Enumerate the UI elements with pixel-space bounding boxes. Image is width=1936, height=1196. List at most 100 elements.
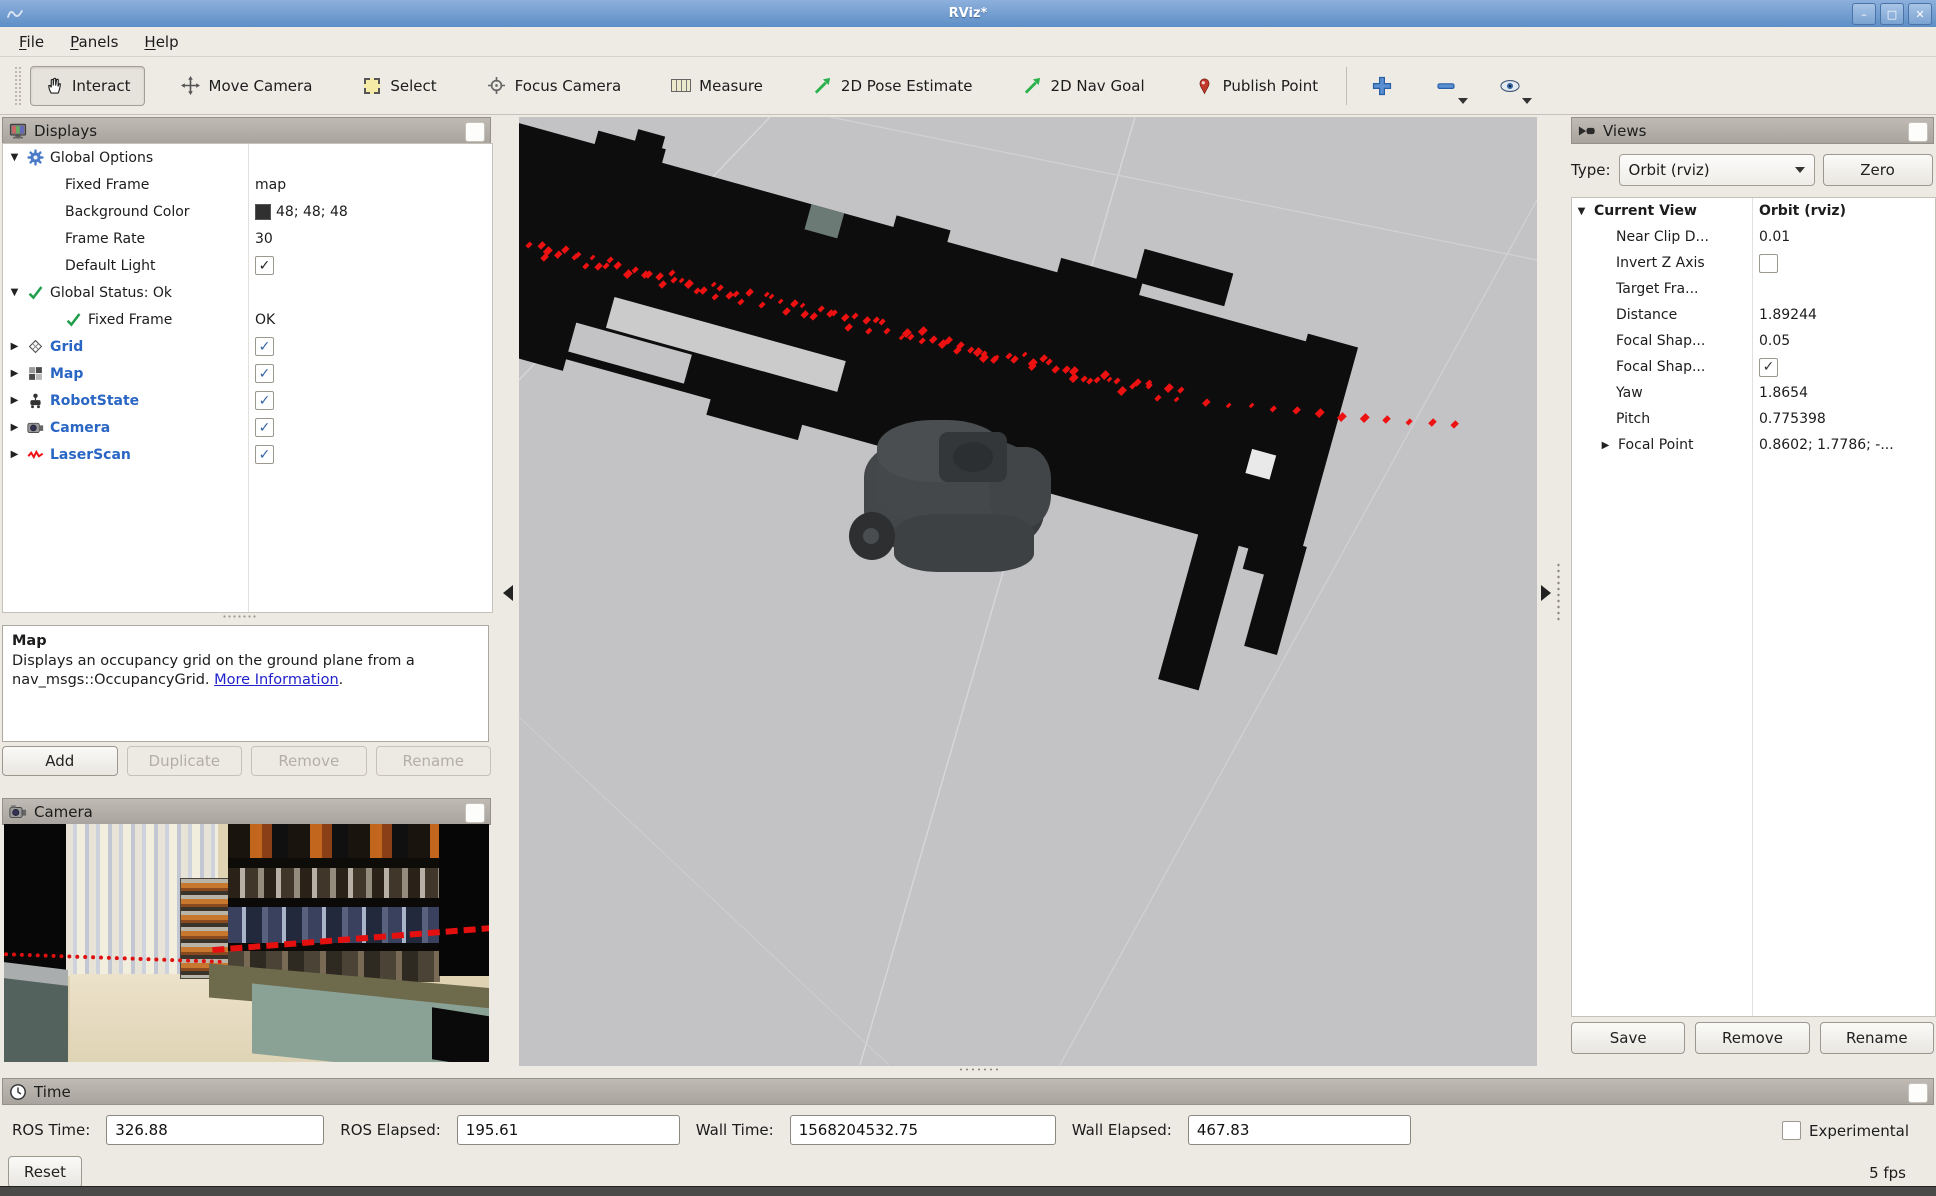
rename-button[interactable]: Rename	[1820, 1022, 1934, 1054]
views-tree: ▼Current ViewOrbit (rviz)Near Clip D...0…	[1571, 197, 1936, 1017]
more-information-link[interactable]: More Information	[214, 672, 339, 688]
property-value[interactable]: 0.01	[1759, 229, 1790, 245]
visibility-tool[interactable]	[1489, 71, 1531, 101]
camera-panel-float-button[interactable]	[465, 803, 485, 823]
tree-row[interactable]: Invert Z Axis	[1572, 250, 1935, 276]
tool-2d-pose-estimate[interactable]: 2D Pose Estimate	[799, 66, 987, 106]
property-checkbox[interactable]: ✓	[255, 364, 274, 383]
maximize-button[interactable]: □	[1880, 3, 1904, 25]
tree-row[interactable]: ▶Focal Point0.8602; 1.7786; -...	[1572, 432, 1935, 458]
minimize-button[interactable]: –	[1852, 3, 1876, 25]
remove-button[interactable]: Remove	[1695, 1022, 1809, 1054]
add-tool[interactable]	[1361, 71, 1403, 101]
displays-panel-header[interactable]: Displays	[2, 117, 491, 144]
tool-measure[interactable]: Measure	[657, 66, 777, 106]
view-type-dropdown[interactable]: Orbit (rviz)	[1619, 154, 1815, 186]
toolbar-drag-handle[interactable]	[14, 66, 22, 106]
property-value[interactable]: 1.89244	[1759, 307, 1817, 323]
right-splitter-handle[interactable]	[1556, 562, 1562, 622]
tree-row[interactable]: ▼Global Options	[3, 144, 492, 171]
property-value[interactable]: 1.8654	[1759, 385, 1808, 401]
tree-row[interactable]: ▶Camera✓	[3, 414, 492, 441]
tree-row[interactable]: ▶LaserScan✓	[3, 441, 492, 468]
property-value[interactable]: 0.775398	[1759, 411, 1826, 427]
tree-row[interactable]: Distance1.89244	[1572, 302, 1935, 328]
expander-closed-icon[interactable]: ▶	[7, 341, 22, 352]
tree-row[interactable]: ▼Global Status: Ok	[3, 279, 492, 306]
ros-time--label: ROS Time:	[12, 1121, 90, 1139]
expander-open-icon[interactable]: ▼	[7, 287, 22, 298]
property-checkbox[interactable]: ✓	[255, 418, 274, 437]
expander-closed-icon[interactable]: ▶	[7, 368, 22, 379]
property-checkbox[interactable]: ✓	[255, 337, 274, 356]
property-value[interactable]: 0.8602; 1.7786; -...	[1759, 437, 1894, 453]
tree-row[interactable]: Target Fra...	[1572, 276, 1935, 302]
tree-row[interactable]: ▶ RobotState ✓	[3, 387, 492, 414]
expander-closed-icon[interactable]: ▶	[7, 449, 22, 460]
tree-row[interactable]: Frame Rate30	[3, 225, 492, 252]
tool-2d-nav-goal[interactable]: 2D Nav Goal	[1009, 66, 1159, 106]
tree-row[interactable]: Focal Shap...0.05	[1572, 328, 1935, 354]
splitter-handle[interactable]	[222, 614, 256, 619]
tree-row[interactable]: Background Color48; 48; 48	[3, 198, 492, 225]
property-value[interactable]: Orbit (rviz)	[1759, 203, 1846, 219]
minus-icon	[1436, 76, 1456, 96]
property-checkbox[interactable]	[1759, 254, 1778, 273]
property-value[interactable]: 0.05	[1759, 333, 1790, 349]
views-panel-float-button[interactable]	[1908, 122, 1928, 142]
tree-row[interactable]: Fixed FrameOK	[3, 306, 492, 333]
menu-file[interactable]: File	[6, 30, 57, 54]
displays-panel-float-button[interactable]	[465, 122, 485, 142]
tree-row[interactable]: ▼Current ViewOrbit (rviz)	[1572, 198, 1935, 224]
experimental-checkbox[interactable]	[1782, 1121, 1801, 1140]
tree-row[interactable]: Fixed Framemap	[3, 171, 492, 198]
tool-focus-camera[interactable]: Focus Camera	[473, 66, 635, 106]
property-value[interactable]: 48; 48; 48	[276, 204, 348, 220]
camera-panel-header[interactable]: Camera	[2, 798, 491, 825]
property-checkbox[interactable]: ✓	[255, 445, 274, 464]
color-swatch[interactable]	[255, 204, 271, 220]
ros-elapsed--input[interactable]	[457, 1115, 680, 1145]
property-checkbox[interactable]: ✓	[255, 391, 274, 410]
close-button[interactable]: ✕	[1908, 3, 1932, 25]
remove-tool[interactable]	[1425, 71, 1467, 101]
expander-closed-icon[interactable]: ▶	[7, 395, 22, 406]
menu-panels[interactable]: Panels	[57, 30, 131, 54]
expander-closed-icon[interactable]: ▶	[1598, 440, 1613, 451]
tool-publish-point[interactable]: Publish Point	[1181, 66, 1332, 106]
wall-elapsed--input[interactable]	[1188, 1115, 1411, 1145]
views-panel-header[interactable]: Views	[1571, 117, 1934, 144]
tree-row[interactable]: Pitch0.775398	[1572, 406, 1935, 432]
left-splitter-arrow[interactable]	[503, 585, 513, 601]
menu-help[interactable]: Help	[131, 30, 191, 54]
expander-closed-icon[interactable]: ▶	[7, 422, 22, 433]
expander-open-icon[interactable]: ▼	[7, 152, 22, 163]
tool-move-camera[interactable]: Move Camera	[167, 66, 327, 106]
property-label: RobotState	[50, 393, 139, 409]
tree-row[interactable]: Focal Shap...✓	[1572, 354, 1935, 380]
title-bar[interactable]: RViz* – □ ✕	[0, 0, 1936, 27]
property-value[interactable]: OK	[255, 312, 275, 328]
property-value[interactable]: 30	[255, 231, 273, 247]
time-panel-float-button[interactable]	[1908, 1083, 1928, 1103]
tool-interact[interactable]: Interact	[30, 66, 145, 106]
ros-time--input[interactable]	[106, 1115, 324, 1145]
right-splitter-arrow[interactable]	[1541, 585, 1551, 601]
wall-time--input[interactable]	[790, 1115, 1056, 1145]
property-checkbox[interactable]: ✓	[255, 256, 274, 275]
property-value[interactable]: map	[255, 177, 286, 193]
render-viewport[interactable]	[519, 117, 1537, 1066]
expander-open-icon[interactable]: ▼	[1574, 206, 1589, 217]
tree-row[interactable]: Near Clip D...0.01	[1572, 224, 1935, 250]
tree-row[interactable]: Yaw1.8654	[1572, 380, 1935, 406]
tree-row[interactable]: ▶Map✓	[3, 360, 492, 387]
reset-button[interactable]: Reset	[8, 1156, 82, 1188]
zero-button[interactable]: Zero	[1823, 154, 1933, 186]
property-checkbox[interactable]: ✓	[1759, 358, 1778, 377]
add-button[interactable]: Add	[2, 746, 118, 776]
time-panel-header[interactable]: Time	[2, 1078, 1934, 1105]
tool-select[interactable]: Select	[348, 66, 450, 106]
tree-row[interactable]: ▶Grid✓	[3, 333, 492, 360]
save-button[interactable]: Save	[1571, 1022, 1685, 1054]
tree-row[interactable]: Default Light✓	[3, 252, 492, 279]
